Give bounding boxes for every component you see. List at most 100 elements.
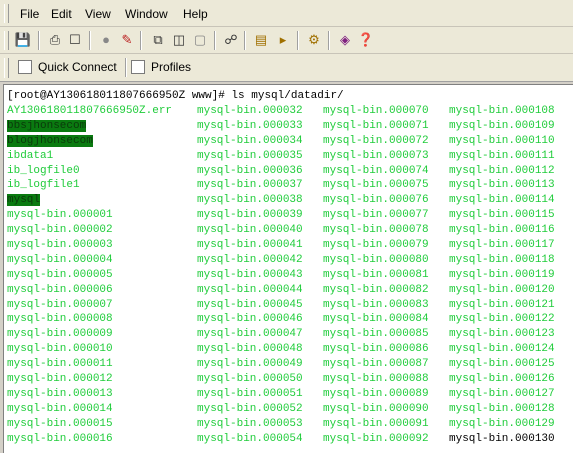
listing-entry: mysql-bin.000088 bbox=[323, 372, 429, 387]
session-log-icon[interactable]: ▤ bbox=[252, 31, 270, 49]
toolbar-separator bbox=[38, 31, 40, 50]
listing-entry: mysql-bin.000003 bbox=[7, 238, 172, 253]
listing-entry: mysql-bin.000040 bbox=[197, 223, 303, 238]
listing-entry-text: mysql-bin.000012 bbox=[7, 373, 113, 386]
toolbar-separator bbox=[328, 31, 330, 50]
listing-entry: mysql-bin.000047 bbox=[197, 327, 303, 342]
listing-entry: mysql-bin.000032 bbox=[197, 104, 303, 119]
listing-entry-text: mysql-bin.000088 bbox=[323, 373, 429, 386]
listing-entry: ib_logfile1 bbox=[7, 178, 172, 193]
listing-entry: mysql-bin.000092 bbox=[323, 432, 429, 447]
menu-view[interactable]: View bbox=[85, 7, 111, 21]
listing-entry: mysql-bin.000034 bbox=[197, 134, 303, 149]
listing-entry: mysql-bin.000036 bbox=[197, 164, 303, 179]
profiles-button[interactable]: Profiles bbox=[131, 57, 191, 78]
listing-entry-text: mysql-bin.000086 bbox=[323, 343, 429, 356]
listing-entry-text: mysql-bin.000016 bbox=[7, 432, 113, 445]
listing-entry: mysql-bin.000011 bbox=[7, 357, 172, 372]
print-preview-icon[interactable]: ☐ bbox=[66, 31, 84, 49]
listing-entry-text: mysql-bin.000040 bbox=[197, 224, 303, 237]
paste-icon[interactable]: ◫ bbox=[170, 31, 188, 49]
listing-entry-text: mysql-bin.000048 bbox=[197, 343, 303, 356]
save-icon[interactable]: 💾 bbox=[14, 31, 32, 49]
send-icon[interactable]: ▸ bbox=[274, 31, 292, 49]
help-icon[interactable]: ❓ bbox=[357, 31, 375, 49]
quickbar-grip[interactable] bbox=[4, 58, 9, 78]
listing-entry: mysql-bin.000073 bbox=[323, 149, 429, 164]
listing-entry: mysql-bin.000072 bbox=[323, 134, 429, 149]
listing-entry-text: mysql-bin.000081 bbox=[323, 268, 429, 281]
listing-entry-text: mysql-bin.000054 bbox=[197, 432, 303, 445]
listing-entry: mysql-bin.000089 bbox=[323, 387, 429, 402]
settings-icon[interactable]: ⚙ bbox=[305, 31, 323, 49]
listing-entry-text: mysql-bin.000013 bbox=[7, 387, 113, 400]
listing-entry: mysql-bin.000009 bbox=[7, 327, 172, 342]
copy-icon[interactable]: ⧉ bbox=[149, 31, 167, 49]
listing-entry: mysql-bin.000071 bbox=[323, 119, 429, 134]
clear-icon[interactable]: ▢ bbox=[191, 31, 209, 49]
menu-file[interactable]: File bbox=[20, 7, 39, 21]
listing-entry-text: mysql-bin.000110 bbox=[449, 134, 555, 147]
listing-entry-text: mysql-bin.000117 bbox=[449, 239, 555, 252]
connection-icon[interactable]: ✎ bbox=[118, 31, 136, 49]
listing-entry: mysql-bin.000126 bbox=[449, 372, 555, 387]
listing-entry: mysql-bin.000051 bbox=[197, 387, 303, 402]
listing-entry: mysql-bin.000122 bbox=[449, 312, 555, 327]
toolbar-separator bbox=[214, 31, 216, 50]
listing-entry: mysql-bin.000070 bbox=[323, 104, 429, 119]
listing-entry-text: mysql-bin.000010 bbox=[7, 343, 113, 356]
listing-entry-text: mysql-bin.000121 bbox=[449, 298, 555, 311]
listing-entry-text: mysql-bin.000083 bbox=[323, 298, 429, 311]
listing-entry-text: mysql-bin.000043 bbox=[197, 268, 303, 281]
quick-connect-button[interactable]: Quick Connect bbox=[18, 57, 117, 78]
shell-prompt: [root@AY130618011807666950Z www]# ls mys… bbox=[7, 90, 344, 102]
listing-entry-text: mysql-bin.000077 bbox=[323, 209, 429, 222]
listing-entry-text: mysql-bin.000049 bbox=[197, 358, 303, 371]
disconnect-icon[interactable]: ● bbox=[97, 31, 115, 49]
listing-entry-text: mysql bbox=[7, 194, 41, 207]
listing-entry: mysql-bin.000043 bbox=[197, 268, 303, 283]
listing-entry: mysql-bin.000079 bbox=[323, 238, 429, 253]
listing-entry-text: mysql-bin.000074 bbox=[323, 164, 429, 177]
listing-entry-text: mysql-bin.000011 bbox=[7, 358, 113, 371]
listing-entry: mysql-bin.000052 bbox=[197, 402, 303, 417]
listing-entry-text: mysql-bin.000071 bbox=[323, 119, 429, 132]
find-icon[interactable]: ☍ bbox=[222, 31, 240, 49]
listing-entry-text: mysql-bin.000042 bbox=[197, 253, 303, 266]
menu-window[interactable]: Window bbox=[125, 7, 168, 21]
listing-entry-text: mysql-bin.000078 bbox=[323, 224, 429, 237]
listing-entry: mysql-bin.000045 bbox=[197, 298, 303, 313]
script-icon[interactable]: ◈ bbox=[336, 31, 354, 49]
listing-entry-text: mysql-bin.000092 bbox=[323, 432, 429, 445]
listing-entry: mysql-bin.000124 bbox=[449, 342, 555, 357]
listing-entry: mysql-bin.000005 bbox=[7, 268, 172, 283]
print-icon[interactable]: ⎙ bbox=[46, 31, 64, 49]
listing-entry: mysql-bin.000091 bbox=[323, 417, 429, 432]
listing-entry-text: mysql-bin.000008 bbox=[7, 313, 113, 326]
listing-entry-text: mysql-bin.000072 bbox=[323, 134, 429, 147]
toolbar-separator bbox=[140, 31, 142, 50]
listing-entry-text: mysql-bin.000002 bbox=[7, 224, 113, 237]
listing-entry: mysql-bin.000004 bbox=[7, 253, 172, 268]
listing-entry: mysql-bin.000050 bbox=[197, 372, 303, 387]
listing-entry-text: ib_logfile1 bbox=[7, 179, 80, 192]
listing-entry-text: mysql-bin.000041 bbox=[197, 239, 303, 252]
listing-entry-text: mysql-bin.000087 bbox=[323, 358, 429, 371]
toolbar-grip[interactable] bbox=[4, 31, 9, 50]
listing-entry: mysql-bin.000054 bbox=[197, 432, 303, 447]
listing-entry-text: mysql-bin.000009 bbox=[7, 328, 113, 341]
listing-entry-text: mysql-bin.000045 bbox=[197, 298, 303, 311]
listing-entry: mysql-bin.000037 bbox=[197, 178, 303, 193]
listing-entry-text: mysql-bin.000006 bbox=[7, 283, 113, 296]
listing-entry: mysql-bin.000053 bbox=[197, 417, 303, 432]
listing-entry: mysql-bin.000123 bbox=[449, 327, 555, 342]
listing-entry: mysql-bin.000013 bbox=[7, 387, 172, 402]
menu-edit[interactable]: Edit bbox=[51, 7, 72, 21]
listing-entry: mysql bbox=[7, 193, 172, 208]
menubar-grip[interactable] bbox=[4, 4, 9, 23]
listing-entry-text: mysql-bin.000014 bbox=[7, 402, 113, 415]
menu-help[interactable]: Help bbox=[183, 7, 208, 21]
listing-entry: mysql-bin.000115 bbox=[449, 208, 555, 223]
listing-entry: bbsjhonsecom bbox=[7, 119, 172, 134]
listing-entry-text: mysql-bin.000032 bbox=[197, 105, 303, 117]
